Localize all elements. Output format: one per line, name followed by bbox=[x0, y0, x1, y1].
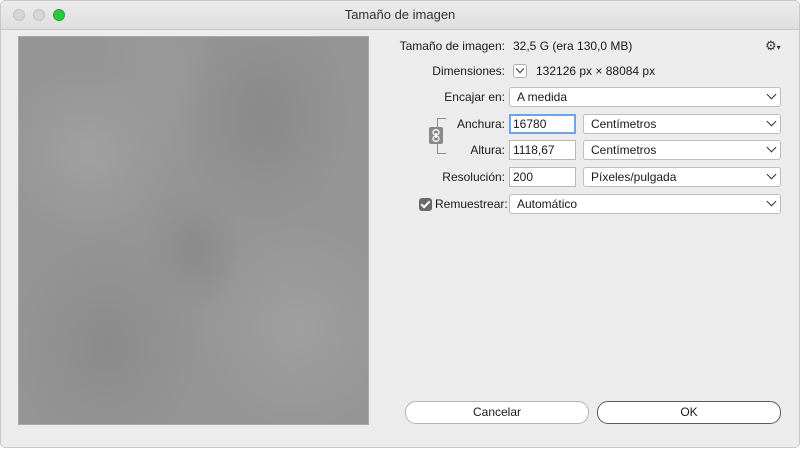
resample-label: Remuestrear: bbox=[435, 197, 508, 211]
chevron-down-icon bbox=[766, 196, 777, 207]
height-input[interactable]: 1118,67 bbox=[509, 140, 576, 160]
resample-checkbox[interactable] bbox=[419, 198, 432, 211]
resample-select[interactable]: Automático bbox=[509, 194, 781, 214]
ok-button[interactable]: OK bbox=[597, 401, 781, 424]
chevron-down-icon bbox=[766, 89, 777, 100]
resolution-input[interactable]: 200 bbox=[509, 167, 576, 187]
chevron-down-icon bbox=[766, 116, 777, 127]
image-size-value: 32,5 G (era 130,0 MB) bbox=[513, 39, 633, 53]
cancel-button[interactable]: Cancelar bbox=[405, 401, 589, 424]
window-title: Tamaño de imagen bbox=[344, 7, 456, 22]
dimensions-label: Dimensiones: bbox=[432, 64, 505, 78]
width-unit-select[interactable]: Centímetros bbox=[583, 114, 781, 134]
height-unit-select[interactable]: Centímetros bbox=[583, 140, 781, 160]
image-size-label: Tamaño de imagen: bbox=[399, 39, 505, 53]
dimensions-units-chevron-icon[interactable] bbox=[513, 64, 527, 78]
chevron-down-icon bbox=[766, 142, 777, 153]
chevron-down-icon bbox=[766, 169, 777, 180]
height-unit-value: Centímetros bbox=[591, 143, 657, 157]
resolution-label: Resolución: bbox=[442, 170, 505, 184]
width-input[interactable]: 16780 bbox=[509, 114, 576, 134]
gear-icon[interactable]: ⚙▾ bbox=[765, 39, 781, 55]
title-bar: Tamaño de imagen bbox=[1, 1, 799, 30]
resolution-unit-value: Píxeles/pulgada bbox=[591, 170, 677, 184]
fit-to-select[interactable]: A medida bbox=[509, 87, 781, 107]
height-label: Altura: bbox=[470, 143, 505, 157]
resolution-unit-select[interactable]: Píxeles/pulgada bbox=[583, 167, 781, 187]
image-size-dialog: Tamaño de imagen Tamaño de imagen: 32,5 … bbox=[0, 0, 800, 448]
resample-value: Automático bbox=[517, 197, 578, 211]
fit-to-value: A medida bbox=[517, 90, 568, 104]
width-unit-value: Centímetros bbox=[591, 117, 657, 131]
fit-to-label: Encajar en: bbox=[444, 90, 505, 104]
image-preview[interactable] bbox=[18, 36, 369, 425]
width-label: Anchura: bbox=[456, 117, 505, 131]
dimensions-value: 132126 px × 88084 px bbox=[536, 64, 656, 78]
